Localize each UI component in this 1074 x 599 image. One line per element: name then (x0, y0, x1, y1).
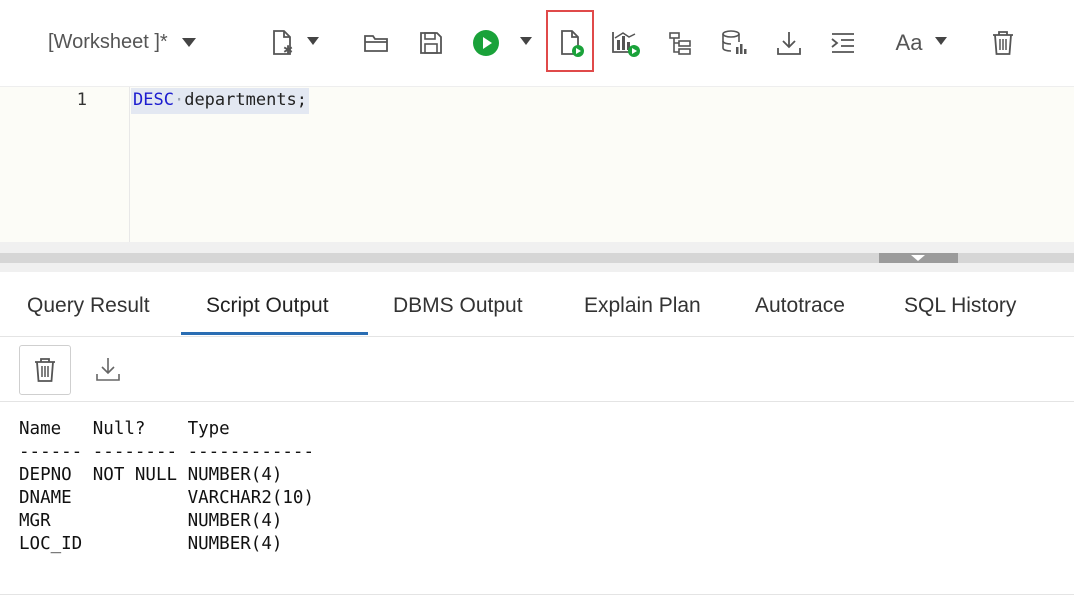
run-statement-icon[interactable] (469, 26, 503, 60)
worksheet-selector[interactable]: [Worksheet ]* (48, 31, 196, 54)
tab-dbms-output[interactable]: DBMS Output (393, 294, 523, 318)
clear-icon[interactable] (986, 26, 1020, 60)
new-file-dropdown-icon[interactable] (307, 37, 319, 45)
font-case-icon[interactable]: Aa (889, 26, 929, 60)
output-line: Name Null? Type (19, 419, 230, 439)
worksheet-label: [Worksheet ]* (48, 31, 168, 53)
output-line: ------ -------- ------------ (19, 442, 315, 462)
script-output: Name Null? Type ------ -------- ---------… (19, 418, 314, 556)
sql-tuning-icon[interactable] (717, 26, 751, 60)
tab-query-result[interactable]: Query Result (27, 294, 150, 318)
trash-icon (35, 358, 55, 382)
tab-autotrace[interactable]: Autotrace (755, 294, 845, 318)
download-icon (96, 358, 120, 381)
run-dropdown-icon[interactable] (520, 37, 532, 45)
save-icon[interactable] (414, 26, 448, 60)
active-tab-indicator (181, 332, 368, 335)
open-folder-icon[interactable] (359, 26, 393, 60)
code-line[interactable]: DESC·departments; (131, 88, 310, 114)
new-file-icon[interactable]: ✱ (265, 26, 299, 60)
output-line: MGR NUMBER(4) (19, 511, 283, 531)
output-line: DEPNO NOT NULL NUMBER(4) (19, 465, 283, 485)
download-output-button[interactable] (88, 349, 128, 389)
splitter-handle[interactable] (879, 253, 958, 263)
sql-text: departments; (184, 90, 308, 110)
line-gutter: 1 (0, 87, 130, 243)
tab-sql-history[interactable]: SQL History (904, 294, 1016, 318)
highlight-box (546, 10, 594, 72)
chevron-down-icon (181, 38, 196, 47)
output-toolbar (0, 337, 1074, 402)
sql-keyword: DESC (133, 90, 174, 110)
worksheet-toolbar: [Worksheet ]* ✱ Aa (0, 0, 1074, 86)
download-icon[interactable] (772, 26, 806, 60)
line-number: 1 (76, 90, 87, 110)
svg-text:✱: ✱ (283, 43, 293, 57)
output-line: DNAME VARCHAR2(10) (19, 488, 315, 508)
autotrace-icon[interactable] (663, 26, 697, 60)
code-editor[interactable]: 1 DESC·departments; (0, 86, 1074, 243)
output-line: LOC_ID NUMBER(4) (19, 534, 283, 554)
explain-plan-icon[interactable] (609, 26, 643, 60)
output-tabs: Query Result Script Output DBMS Output E… (0, 272, 1074, 337)
font-case-dropdown-icon[interactable] (935, 37, 947, 45)
divider (0, 594, 1074, 595)
whitespace-marker: · (173, 90, 185, 110)
format-icon[interactable] (826, 26, 860, 60)
pane-splitter[interactable] (0, 242, 1074, 272)
tab-explain-plan[interactable]: Explain Plan (584, 294, 701, 318)
clear-output-button[interactable] (19, 345, 71, 395)
tab-script-output[interactable]: Script Output (206, 294, 329, 318)
